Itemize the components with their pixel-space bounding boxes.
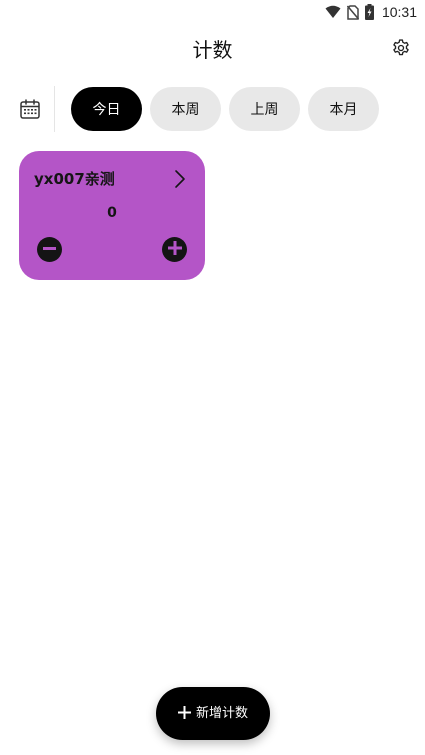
add-counter-label: 新增计数 [195,705,248,721]
filter-tabs: 今日 本周 上周 本月 [71,87,379,131]
plus-icon [167,240,182,259]
counter-name: yx007亲测 [34,170,115,188]
decrement-button[interactable] [37,237,62,262]
tab-this-week[interactable]: 本周 [150,87,221,131]
chevron-right-icon[interactable] [173,168,187,190]
filter-divider [54,86,55,132]
add-counter-button[interactable]: 新增计数 [156,687,270,740]
calendar-icon [19,99,41,124]
header: 计数 [0,26,425,74]
calendar-button[interactable] [19,98,41,120]
tab-this-month[interactable]: 本月 [308,87,379,131]
battery-charging-icon [364,4,374,20]
plus-icon [177,704,191,723]
gear-icon [391,38,411,62]
page-title: 计数 [192,38,233,62]
tab-last-week[interactable]: 上周 [229,87,300,131]
minus-icon [43,240,56,259]
tab-today[interactable]: 今日 [71,87,142,131]
settings-button[interactable] [389,38,413,62]
status-icons: 10:31 [325,3,417,21]
counter-value: 0 [107,205,117,221]
wifi-icon [325,5,341,19]
counter-card[interactable]: yx007亲测 0 [19,151,205,280]
status-bar: 10:31 [0,0,425,24]
status-time: 10:31 [381,4,417,20]
increment-button[interactable] [162,237,187,262]
no-sim-icon [346,4,359,20]
filter-bar: 今日 本周 上周 本月 [0,86,425,132]
